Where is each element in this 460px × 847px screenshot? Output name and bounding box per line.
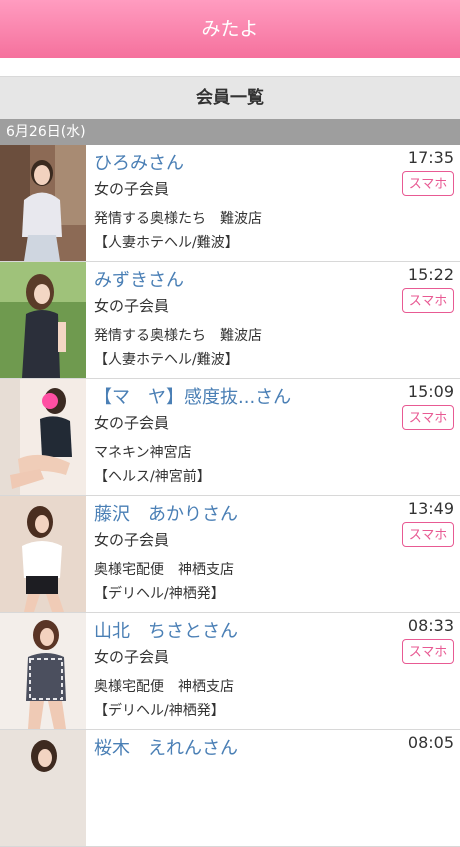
access-time: 08:33: [407, 616, 454, 635]
member-genre: 【ヘルス/神宮前】: [94, 469, 211, 485]
member-photo[interactable]: [0, 496, 86, 612]
member-name[interactable]: 山北 ちさとさん: [94, 617, 238, 643]
access-time: 15:09: [407, 382, 454, 401]
member-photo[interactable]: [0, 613, 86, 729]
member-shop: 発情する奥様たち 難波店: [94, 211, 262, 227]
header-spacer: [0, 58, 460, 76]
member-row[interactable]: みずきさん 女の子会員 発情する奥様たち 難波店 【人妻ホテヘル/難波】 15:…: [0, 262, 460, 379]
member-row[interactable]: 藤沢 あかりさん 女の子会員 奥様宅配便 神栖支店 【デリヘル/神栖発】 13:…: [0, 496, 460, 613]
member-role: 女の子会員: [94, 648, 170, 666]
member-role: 女の子会員: [94, 414, 170, 432]
member-row[interactable]: 山北 ちさとさん 女の子会員 奥様宅配便 神栖支店 【デリヘル/神栖発】 08:…: [0, 613, 460, 730]
device-badge: スマホ: [402, 405, 454, 430]
member-row[interactable]: 【マ ヤ】感度抜...さん 女の子会員 マネキン神宮店 【ヘルス/神宮前】 15…: [0, 379, 460, 496]
date-header: 6月26日(水): [0, 119, 460, 145]
device-badge: スマホ: [402, 288, 454, 313]
device-badge: スマホ: [402, 639, 454, 664]
device-badge: スマホ: [402, 522, 454, 547]
member-shop: 発情する奥様たち 難波店: [94, 328, 262, 344]
member-shop: マネキン神宮店: [94, 445, 192, 461]
member-role: 女の子会員: [94, 531, 170, 549]
member-role: 女の子会員: [94, 297, 170, 315]
member-name[interactable]: みずきさん: [94, 266, 184, 292]
app-title: みたよ: [201, 18, 259, 40]
device-badge: スマホ: [402, 171, 454, 196]
member-name[interactable]: 桜木 えれんさん: [94, 734, 238, 760]
app-header: みたよ: [0, 0, 460, 58]
member-name[interactable]: 藤沢 あかりさん: [94, 500, 238, 526]
member-role: 女の子会員: [94, 180, 170, 198]
access-time: 13:49: [407, 499, 454, 518]
member-shop: 奥様宅配便 神栖支店: [94, 562, 234, 578]
member-row[interactable]: 桜木 えれんさん 08:05: [0, 730, 460, 847]
member-genre: 【デリヘル/神栖発】: [94, 586, 225, 602]
access-time: 17:35: [407, 148, 454, 167]
member-row[interactable]: ひろみさん 女の子会員 発情する奥様たち 難波店 【人妻ホテヘル/難波】 17:…: [0, 145, 460, 262]
member-photo[interactable]: [0, 730, 86, 846]
access-time: 08:05: [407, 733, 454, 752]
member-genre: 【人妻ホテヘル/難波】: [94, 352, 239, 368]
member-genre: 【デリヘル/神栖発】: [94, 703, 225, 719]
member-photo[interactable]: [0, 262, 86, 378]
member-name[interactable]: ひろみさん: [94, 149, 184, 175]
member-photo[interactable]: [0, 379, 86, 495]
access-time: 15:22: [407, 265, 454, 284]
member-genre: 【人妻ホテヘル/難波】: [94, 235, 239, 251]
member-shop: 奥様宅配便 神栖支店: [94, 679, 234, 695]
member-photo[interactable]: [0, 145, 86, 261]
member-name[interactable]: 【マ ヤ】感度抜...さん: [94, 383, 291, 409]
member-list: ひろみさん 女の子会員 発情する奥様たち 難波店 【人妻ホテヘル/難波】 17:…: [0, 145, 460, 847]
section-title: 会員一覧: [0, 76, 460, 119]
